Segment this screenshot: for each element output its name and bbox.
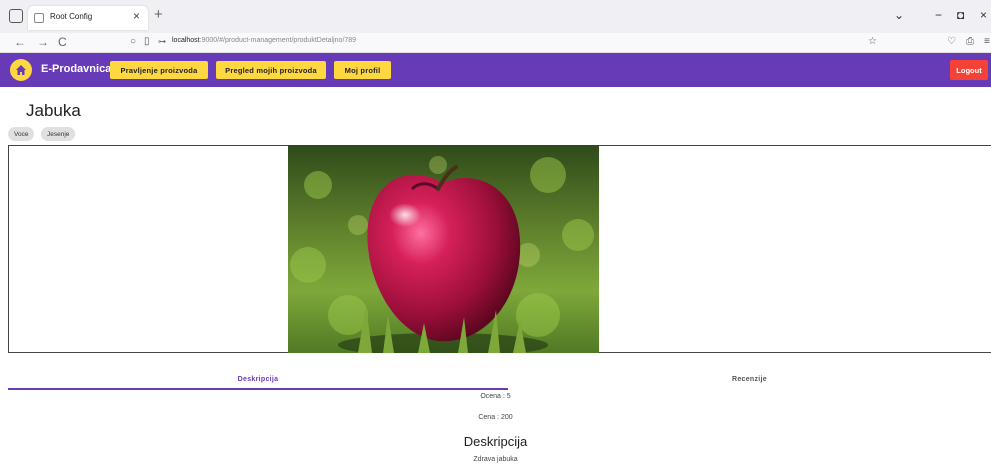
rating-line: Ocena : 5 (0, 393, 991, 400)
tab-reviews[interactable]: Recenzije (508, 368, 991, 390)
new-tab-icon[interactable]: + (154, 6, 163, 23)
window-close-icon[interactable]: × (980, 8, 987, 22)
product-title: Jabuka (26, 101, 81, 120)
description-text: Zdrava jabuka (473, 456, 518, 463)
tab-close-icon[interactable]: × (133, 9, 140, 23)
price-value: 200 (500, 414, 513, 421)
tab-overview-icon[interactable] (9, 9, 23, 23)
product-image (288, 145, 599, 353)
browser-navbar: ← → C ○ ▯ ⊶ localhost:9000/#/product-man… (0, 33, 991, 53)
pocket-icon[interactable]: ♡ (947, 36, 956, 47)
url-text: localhost:9000/#/product-management/prod… (172, 37, 357, 44)
forward-icon[interactable]: → (37, 35, 49, 49)
home-button[interactable] (10, 59, 32, 81)
key-icon: ⊶ (158, 37, 166, 46)
browser-tab-title: Root Config (50, 12, 93, 21)
favicon-icon (34, 13, 44, 23)
my-products-button[interactable]: Pregled mojih proizvoda (216, 61, 326, 79)
brand-title: E-Prodavnica (41, 63, 112, 75)
price-label: Cena : (478, 414, 499, 421)
my-profile-button[interactable]: Moj profil (334, 61, 391, 79)
tab-group: Deskripcija Recenzije (8, 368, 991, 390)
browser-tabbar: Root Config × + ⌄ − ◘ × (0, 0, 991, 33)
browser-tab[interactable]: Root Config × (28, 6, 148, 30)
reload-icon[interactable]: C (58, 35, 67, 49)
tag-chip[interactable]: Voce (8, 127, 35, 141)
price-line: Cena : 200 (0, 414, 991, 421)
tab-description[interactable]: Deskripcija (8, 368, 508, 390)
extensions-icon[interactable]: ⎙ (966, 36, 974, 47)
rating-value: 5 (506, 393, 511, 400)
menu-icon[interactable]: ≡ (984, 36, 990, 47)
home-icon (16, 65, 26, 75)
shield-icon: ○ (130, 36, 137, 47)
bookmark-star-icon[interactable]: ☆ (868, 36, 877, 47)
description-heading: Deskripcija (463, 434, 528, 449)
app-header: E-Prodavnica Pravljenje proizvoda Pregle… (0, 53, 991, 87)
tag-chip[interactable]: Jesenje (41, 127, 76, 141)
tab-list-dropdown-icon[interactable]: ⌄ (894, 8, 904, 22)
back-icon[interactable]: ← (14, 35, 26, 49)
page-icon: ▯ (144, 36, 150, 47)
logout-button[interactable]: Logout (950, 60, 988, 80)
create-product-button[interactable]: Pravljenje proizvoda (110, 61, 208, 79)
minimize-icon[interactable]: − (935, 8, 942, 22)
restore-icon[interactable]: ◘ (957, 8, 964, 22)
rating-label: Ocena : (480, 393, 505, 400)
url-bar[interactable]: ○ ▯ ⊶ localhost:9000/#/product-managemen… (130, 36, 877, 50)
active-tab-indicator (8, 388, 508, 390)
